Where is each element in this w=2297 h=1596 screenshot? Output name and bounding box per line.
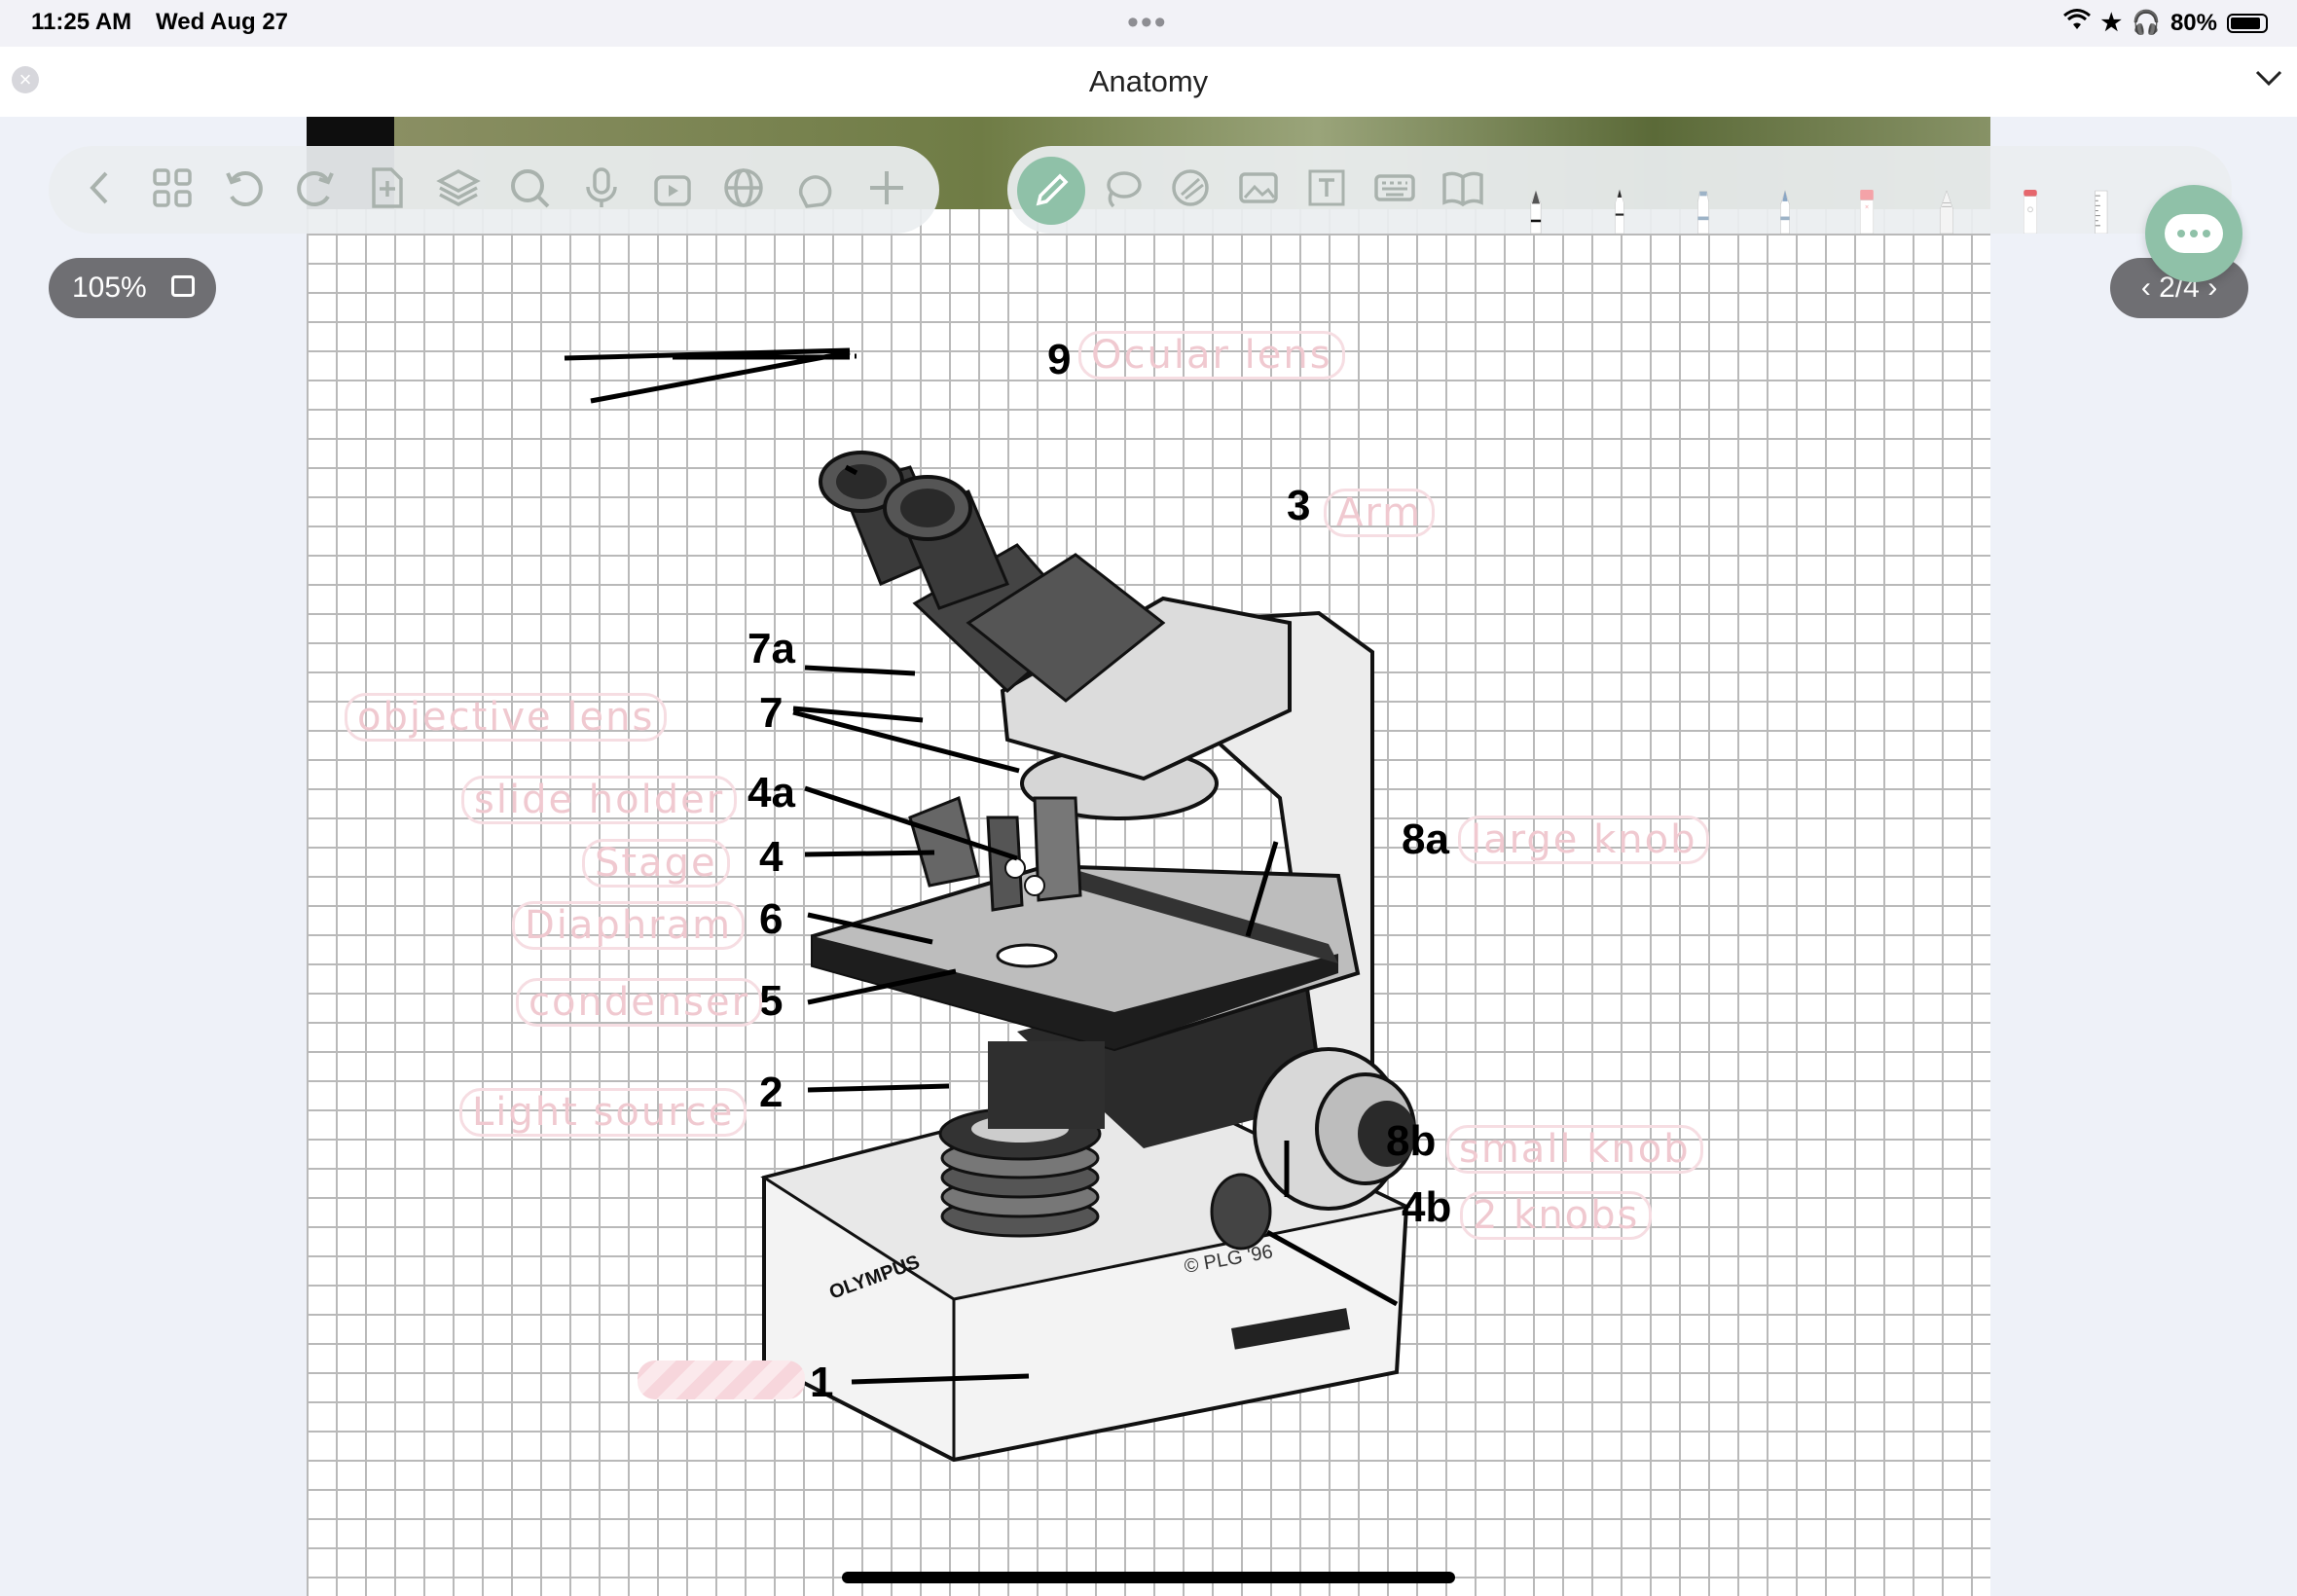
status-icons: ★ 🎧 80%: [2062, 8, 2268, 38]
label-2: 2: [759, 1069, 784, 1116]
zoom-indicator[interactable]: 105%: [49, 258, 216, 318]
keyboard-icon[interactable]: [1371, 165, 1418, 212]
back-icon[interactable]: [78, 165, 125, 212]
highlighter-tool[interactable]: [1681, 189, 1726, 234]
chevron-down-icon[interactable]: [2254, 62, 2283, 95]
shape-tool[interactable]: [1924, 189, 1969, 234]
pen-tool-icon[interactable]: [1017, 157, 1085, 225]
layers-icon[interactable]: [435, 165, 482, 212]
fountain-pen-tool[interactable]: [1513, 189, 1558, 234]
add-icon[interactable]: [863, 165, 910, 212]
label-4a: 4a: [747, 769, 795, 816]
redo-icon[interactable]: [292, 165, 339, 212]
svg-text:×: ×: [1865, 204, 1870, 210]
annotation-2-knobs[interactable]: 2 knobs: [1460, 1191, 1653, 1240]
annotation-large-knob[interactable]: large knob: [1458, 816, 1710, 864]
label-4: 4: [759, 833, 784, 881]
annotation-arm[interactable]: Arm: [1324, 489, 1436, 537]
grid-icon[interactable]: [149, 165, 196, 212]
undo-icon[interactable]: [221, 165, 268, 212]
drawing-toolbar: ×: [1007, 146, 2232, 234]
annotation-slide-holder[interactable]: slide holder: [461, 776, 738, 824]
prev-page-icon[interactable]: ‹: [2141, 272, 2159, 304]
label-1: 1: [810, 1359, 834, 1406]
label-9: 9: [1047, 336, 1072, 383]
label-7: 7: [759, 689, 784, 737]
search-icon[interactable]: [506, 165, 553, 212]
annotation-stage[interactable]: Stage: [582, 839, 730, 888]
navigation-toolbar: [49, 146, 939, 234]
label-6: 6: [759, 895, 784, 943]
ai-assistant-icon[interactable]: [792, 165, 839, 212]
label-3: 3: [1287, 482, 1311, 529]
title-bar: × Anatomy: [0, 47, 2297, 117]
annotation-diaphram[interactable]: Diaphram: [512, 901, 746, 950]
document-title[interactable]: Anatomy: [0, 64, 2297, 99]
sticker-icon[interactable]: [1167, 165, 1214, 212]
annotation-condenser[interactable]: condenser: [516, 978, 763, 1027]
annotation-small-knob[interactable]: small knob: [1446, 1125, 1703, 1174]
label-8a: 8a: [1402, 816, 1449, 863]
ocular-eyepieces: [819, 451, 1009, 610]
label-4b: 4b: [1402, 1183, 1452, 1231]
multitasking-dots-icon[interactable]: •••: [1127, 4, 1168, 42]
label-7a: 7a: [747, 625, 795, 672]
chat-bubble-icon[interactable]: [2145, 185, 2242, 282]
headphones-icon: 🎧: [2132, 10, 2161, 36]
book-icon[interactable]: [1440, 165, 1486, 212]
hatched-highlight: [638, 1360, 805, 1399]
star-icon: ★: [2100, 10, 2123, 36]
pencil-tool[interactable]: [1763, 189, 1807, 234]
marker-pen-tool[interactable]: [1597, 189, 1642, 234]
globe-icon[interactable]: [720, 165, 767, 212]
microphone-icon[interactable]: [578, 165, 625, 212]
add-page-icon[interactable]: [363, 165, 410, 212]
lasso-icon[interactable]: [1099, 165, 1146, 212]
annotation-ocular-lens[interactable]: Ocular lens: [1078, 331, 1345, 380]
lock-icon[interactable]: [171, 275, 195, 297]
battery-percent: 80%: [2169, 9, 2217, 36]
zoom-label: 105%: [72, 272, 147, 304]
status-bar: 11:25 AM Wed Aug 27 ••• ★ 🎧 80%: [0, 0, 2297, 47]
home-indicator[interactable]: [842, 1572, 1455, 1583]
image-icon[interactable]: [1235, 165, 1282, 212]
annotation-objective-lens[interactable]: objective lens: [345, 693, 668, 742]
laser-pointer-tool[interactable]: [2008, 189, 2053, 234]
media-icon[interactable]: [649, 165, 696, 212]
battery-icon: [2227, 13, 2268, 33]
label-5: 5: [759, 977, 784, 1025]
eraser-tool[interactable]: ×: [1844, 189, 1889, 234]
status-time: 11:25 AM: [31, 9, 132, 35]
status-date: Wed Aug 27: [156, 9, 289, 35]
wifi-icon: [2062, 8, 2092, 38]
text-box-icon[interactable]: [1303, 165, 1350, 212]
annotation-light-source[interactable]: Light source: [459, 1088, 747, 1137]
label-8b: 8b: [1386, 1117, 1437, 1165]
ruler-tool[interactable]: [2084, 189, 2129, 234]
